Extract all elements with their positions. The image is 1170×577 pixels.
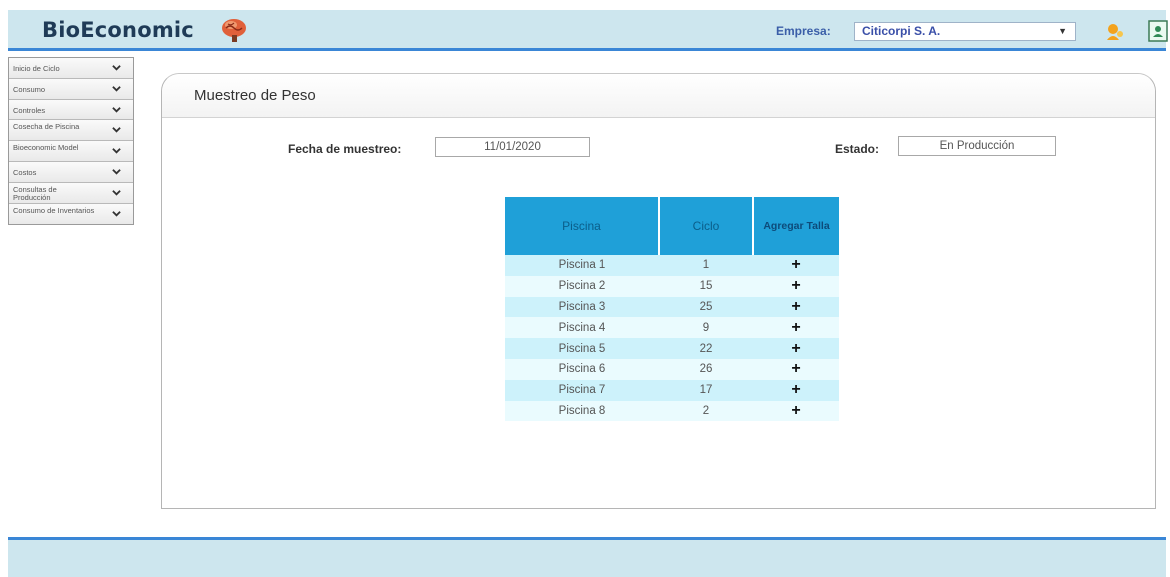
app-logo-text: BioEconomic [42,18,194,42]
sidebar-item-cosecha-de-piscina[interactable]: Cosecha de Piscina [9,120,133,142]
user-icon[interactable] [1148,20,1168,42]
sidebar-item-label: Consumo de Inventarios [13,205,95,215]
chevron-down-icon [112,148,121,154]
piscina-cell: Piscina 5 [505,338,659,359]
chevron-down-icon [112,210,121,217]
plus-icon[interactable]: + [753,275,839,297]
company-select-value: Citicorpi S. A. [862,24,941,38]
table-row: Piscina 8 2 + [505,400,839,422]
ciclo-cell: 22 [659,338,753,359]
table-row: Piscina 4 9 + [505,317,839,339]
ciclo-cell: 1 [659,255,753,276]
plus-icon[interactable]: + [753,379,839,401]
brain-logo-icon [222,19,246,42]
chevron-down-icon [112,106,121,113]
sidebar-item-consultas-de-produccion[interactable]: Consultas de Producción [9,182,133,204]
bell-icon[interactable] [1104,21,1126,43]
fecha-field[interactable]: 11/01/2020 [435,137,590,157]
ciclo-cell: 9 [659,317,753,339]
piscina-cell: Piscina 1 [505,255,659,276]
page-footer [8,537,1166,577]
column-header-piscina: Piscina [505,197,660,255]
sidebar-item-label: Consultas de Producción [13,184,57,202]
sidebar-item-bioeconomic-model[interactable]: Bioeconomic Model [9,141,133,162]
ciclo-cell: 26 [659,358,753,380]
table-row: Piscina 1 1 + [505,255,839,276]
ciclo-cell: 25 [659,296,753,318]
plus-icon[interactable]: + [753,296,839,318]
ciclo-cell: 15 [659,275,753,297]
company-select[interactable]: Citicorpi S. A. ▼ [854,22,1076,41]
table-row: Piscina 3 25 + [505,296,839,318]
piscina-cell: Piscina 2 [505,275,659,297]
table-row: Piscina 7 17 + [505,379,839,401]
piscina-cell: Piscina 8 [505,400,659,422]
chevron-down-icon [112,85,121,92]
sidebar-item-label: Consumo [13,84,46,94]
sidebar-item-controles[interactable]: Controles [9,99,133,121]
plus-icon[interactable]: + [753,338,839,359]
column-header-agregar-talla: Agregar Talla [753,197,839,255]
piscina-cell: Piscina 4 [505,317,659,339]
estado-field[interactable]: En Producción [898,136,1056,156]
table-row: Piscina 6 26 + [505,358,839,380]
top-header: BioEconomic Empresa: Citicorpi S. A. ▼ [8,10,1168,51]
estado-label: Estado: [835,142,880,156]
sidebar-item-label: Bioeconomic Model [13,143,79,153]
chevron-down-icon [112,169,121,175]
chevron-down-icon: ▼ [1058,26,1067,36]
piscina-cell: Piscina 7 [505,379,659,401]
sidebar-item-consumo-de-inventarios[interactable]: Consumo de Inventarios [9,203,133,225]
sidebar-item-consumo[interactable]: Consumo [9,78,133,100]
sidebar-item-label: Cosecha de Piscina [13,122,80,132]
sidebar-item-label: Controles [13,105,46,115]
chevron-down-icon [112,65,121,71]
company-label: Empresa: [776,24,831,38]
panel-header: Muestreo de Peso [162,74,1155,118]
sidebar-item-label: Costos [13,167,37,177]
column-header-ciclo: Ciclo [659,197,754,255]
plus-icon[interactable]: + [753,358,839,380]
sidebar-item-inicio-de-ciclo[interactable]: Inicio de Ciclo [9,58,133,79]
chevron-down-icon [112,127,121,133]
page-title: Muestreo de Peso [194,87,316,104]
chevron-down-icon [112,189,121,196]
sidebar-item-label: Inicio de Ciclo [13,64,60,73]
ciclo-cell: 17 [659,379,753,401]
plus-icon[interactable]: + [753,255,839,276]
plus-icon[interactable]: + [753,317,839,339]
plus-icon[interactable]: + [753,400,839,422]
piscina-cell: Piscina 6 [505,358,659,380]
fecha-label: Fecha de muestreo: [288,142,402,156]
main-panel: Muestreo de Peso Fecha de muestreo: 11/0… [161,73,1156,509]
piscina-cell: Piscina 3 [505,296,659,318]
table-row: Piscina 5 22 + [505,338,839,359]
piscina-table: Piscina Ciclo Agregar Talla Piscina 1 1 … [505,197,839,422]
ciclo-cell: 2 [659,400,753,422]
table-row: Piscina 2 15 + [505,275,839,297]
sidebar-item-costos[interactable]: Costos [9,161,133,183]
sidebar-menu: Inicio de Ciclo Consumo Controles Cosech… [8,57,134,226]
